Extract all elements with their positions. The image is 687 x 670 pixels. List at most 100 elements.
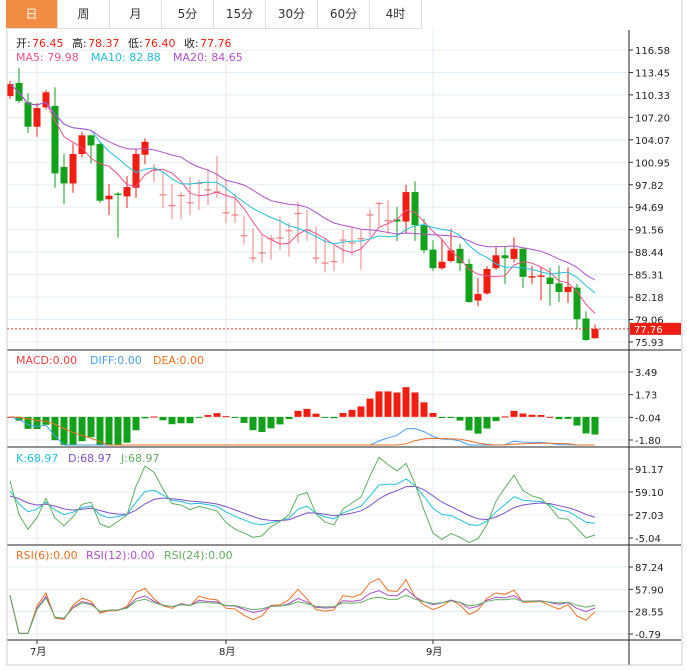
open-label: 开: bbox=[16, 37, 31, 50]
macd-legend-diff: DIFF:0.00 bbox=[90, 354, 142, 367]
macd-bar bbox=[501, 416, 509, 418]
candle-body bbox=[177, 194, 185, 197]
macd-legend: MACD:0.00 DIFF:0.00 DEA:0.00 bbox=[16, 354, 204, 367]
macd-bar bbox=[555, 416, 563, 420]
candle-body bbox=[366, 214, 374, 216]
candle-body bbox=[537, 275, 545, 277]
rsi12-line bbox=[9, 588, 596, 634]
candle-body bbox=[510, 248, 518, 259]
macd-axis-label: 3.49 bbox=[635, 368, 657, 379]
stock-chart[interactable]: 116.58 113.45 110.33 107.20 104.07 100.95 97.8… bbox=[0, 0, 687, 670]
rsi12-legend: RSI(12):0.00 bbox=[86, 549, 155, 562]
candle-body bbox=[222, 212, 230, 214]
macd-bar bbox=[60, 416, 68, 445]
macd-bar bbox=[420, 402, 428, 417]
candle-body bbox=[447, 250, 455, 262]
macd-bar bbox=[51, 416, 59, 441]
candle-body bbox=[114, 193, 122, 195]
rsi6-legend: RSI(6):0.00 bbox=[16, 549, 78, 562]
last-price-value: 77.76 bbox=[634, 325, 663, 336]
macd-bar bbox=[78, 416, 86, 442]
candle-body bbox=[105, 195, 113, 200]
candle-body bbox=[429, 249, 437, 269]
candle-body bbox=[249, 257, 257, 259]
macd-bar bbox=[276, 416, 284, 425]
macd-bar bbox=[267, 416, 275, 429]
macd-bar bbox=[204, 415, 212, 417]
macd-bar bbox=[456, 416, 464, 421]
macd-axis-label: 1.73 bbox=[635, 391, 657, 402]
candle-body bbox=[528, 276, 536, 278]
candle-body bbox=[24, 102, 32, 127]
macd-bar bbox=[303, 408, 311, 417]
macd-legend-macd: MACD:0.00 bbox=[16, 354, 77, 367]
macd-bar bbox=[447, 416, 455, 419]
candle-body bbox=[357, 238, 365, 240]
macd-bar bbox=[582, 416, 590, 434]
axis-labels: 116.58 113.45 110.33 107.20 104.07 100.95 97.8… bbox=[30, 46, 670, 658]
date-label: 9月 bbox=[426, 646, 442, 658]
macd-bar bbox=[105, 416, 113, 445]
kdj-legend-j: J:68.97 bbox=[120, 452, 159, 465]
candle-body bbox=[123, 187, 131, 197]
macd-bar bbox=[366, 398, 374, 417]
macd-bar bbox=[330, 416, 338, 419]
candle-body bbox=[420, 225, 428, 251]
candle-body bbox=[96, 143, 104, 201]
macd-bar bbox=[438, 416, 446, 418]
price-axis-label: 85.31 bbox=[635, 271, 664, 282]
kdj-legend: K:68.97 D:68.97 J:68.97 bbox=[16, 452, 159, 465]
candle-body bbox=[339, 239, 347, 241]
macd-bar bbox=[285, 416, 293, 420]
candle-body bbox=[276, 237, 284, 239]
macd-bar bbox=[294, 410, 302, 417]
macd-bar bbox=[348, 409, 356, 417]
price-axis-label: 75.93 bbox=[635, 338, 664, 349]
candle-body bbox=[285, 230, 293, 232]
macd-legend-dea: DEA:0.00 bbox=[153, 354, 204, 367]
candle-body bbox=[231, 214, 239, 216]
rsi-axis-label: 87.24 bbox=[635, 563, 664, 574]
candle-body bbox=[564, 286, 572, 292]
macd-bar bbox=[150, 416, 158, 418]
ma5-legend: MA5: 79.98 bbox=[16, 51, 79, 64]
candle-body bbox=[159, 194, 167, 196]
price-axis-label: 113.45 bbox=[635, 68, 670, 79]
macd-bar bbox=[465, 416, 473, 431]
candle-body bbox=[204, 189, 212, 191]
ma-legend: MA5: 79.98 MA10: 82.88 MA20: 84.65 bbox=[16, 51, 243, 64]
price-axis-label: 107.20 bbox=[635, 113, 670, 124]
candle-body bbox=[69, 154, 77, 184]
macd-bar bbox=[186, 416, 194, 424]
macd-bar bbox=[141, 416, 149, 419]
low-label: 低: bbox=[128, 37, 143, 50]
macd-bar bbox=[510, 410, 518, 417]
candle-body bbox=[186, 202, 194, 204]
candle-body bbox=[483, 268, 491, 294]
kdj-axis-label: 91.17 bbox=[635, 465, 664, 476]
ohlc-legend: 开: 76.45 高: 78.37 低: 76.40 收: 77.76 bbox=[16, 36, 232, 50]
macd-bar bbox=[213, 413, 221, 417]
kdj-legend-d: D:68.97 bbox=[68, 452, 112, 465]
open-value: 76.45 bbox=[32, 37, 64, 50]
kdj-axis-label: -5.04 bbox=[635, 534, 661, 545]
ma10-legend: MA10: 82.88 bbox=[91, 51, 161, 64]
macd-bar bbox=[123, 416, 131, 443]
close-label: 收: bbox=[184, 36, 199, 50]
macd-bar bbox=[384, 391, 392, 417]
macd-bar bbox=[114, 416, 122, 445]
macd-bar bbox=[528, 414, 536, 417]
kdj-legend-k: K:68.97 bbox=[16, 452, 58, 465]
macd-bar bbox=[474, 416, 482, 434]
candle-body bbox=[330, 261, 338, 263]
candle-body bbox=[402, 192, 410, 222]
rsi24-line bbox=[9, 594, 596, 634]
last-price-tag: 77.76 bbox=[630, 322, 681, 336]
macd-axis-label: -0.04 bbox=[635, 413, 661, 424]
macd-bar bbox=[168, 416, 176, 425]
macd-bar bbox=[258, 416, 266, 433]
price-axis-label: 97.82 bbox=[635, 181, 664, 192]
candle-body bbox=[312, 257, 320, 259]
candle-body bbox=[60, 166, 68, 184]
macd-bar bbox=[231, 416, 239, 418]
